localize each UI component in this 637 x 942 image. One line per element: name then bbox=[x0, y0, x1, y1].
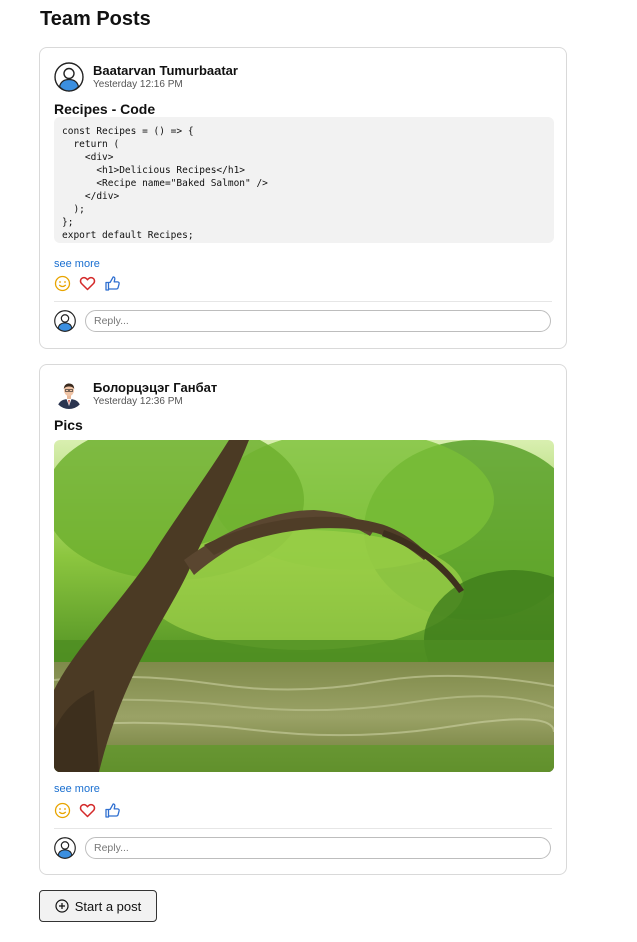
see-more-link[interactable]: see more bbox=[54, 783, 100, 795]
post-title: Recipes - Code bbox=[54, 101, 156, 117]
post-card: Baatarvan Tumurbaatar Yesterday 12:16 PM… bbox=[39, 47, 567, 349]
reply-row bbox=[54, 310, 551, 332]
post-timestamp: Yesterday 12:36 PM bbox=[93, 396, 183, 408]
smile-icon[interactable] bbox=[54, 802, 71, 819]
author-name[interactable]: Baatarvan Tumurbaatar bbox=[93, 63, 238, 78]
author-name[interactable]: Болорцэцэг Ганбат bbox=[93, 380, 217, 395]
post-card: Болорцэцэг Ганбат Yesterday 12:36 PM Pic… bbox=[39, 364, 567, 875]
user-avatar-icon[interactable] bbox=[54, 62, 84, 92]
code-line: const Recipes = () => { bbox=[62, 126, 194, 137]
reply-row bbox=[54, 837, 551, 859]
code-line: <h1>Delicious Recipes</h1> bbox=[62, 165, 246, 176]
code-line: }; bbox=[62, 217, 74, 228]
start-post-label: Start a post bbox=[74, 898, 142, 914]
see-more-link[interactable]: see more bbox=[54, 258, 100, 270]
post-author: Baatarvan Tumurbaatar Yesterday 12:16 PM bbox=[54, 62, 238, 92]
post-image[interactable] bbox=[54, 440, 554, 772]
plus-circle-icon bbox=[55, 899, 69, 913]
user-avatar-icon bbox=[54, 310, 76, 332]
post-timestamp: Yesterday 12:16 PM bbox=[93, 79, 183, 91]
heart-icon[interactable] bbox=[79, 275, 96, 292]
post-title: Pics bbox=[54, 417, 83, 433]
user-avatar-icon[interactable] bbox=[54, 379, 84, 409]
user-avatar-icon bbox=[54, 837, 76, 859]
code-line: <div> bbox=[62, 152, 114, 163]
code-line: </div> bbox=[62, 191, 120, 202]
heart-icon[interactable] bbox=[79, 802, 96, 819]
divider bbox=[54, 828, 552, 829]
thumbs-up-icon[interactable] bbox=[104, 802, 121, 819]
smile-icon[interactable] bbox=[54, 275, 71, 292]
code-line: <Recipe name="Baked Salmon" /> bbox=[62, 178, 268, 189]
reaction-bar bbox=[54, 802, 121, 819]
code-block: const Recipes = () => { return ( <div> <… bbox=[54, 117, 554, 243]
thumbs-up-icon[interactable] bbox=[104, 275, 121, 292]
reply-input[interactable] bbox=[85, 310, 551, 332]
page-title: Team Posts bbox=[40, 8, 151, 30]
divider bbox=[54, 301, 552, 302]
reaction-bar bbox=[54, 275, 121, 292]
code-line: return ( bbox=[62, 139, 120, 150]
code-line: ); bbox=[62, 204, 85, 215]
code-line: export default Recipes; bbox=[62, 230, 194, 241]
post-author: Болорцэцэг Ганбат Yesterday 12:36 PM bbox=[54, 379, 217, 409]
start-post-button[interactable]: Start a post bbox=[39, 890, 157, 922]
reply-input[interactable] bbox=[85, 837, 551, 859]
